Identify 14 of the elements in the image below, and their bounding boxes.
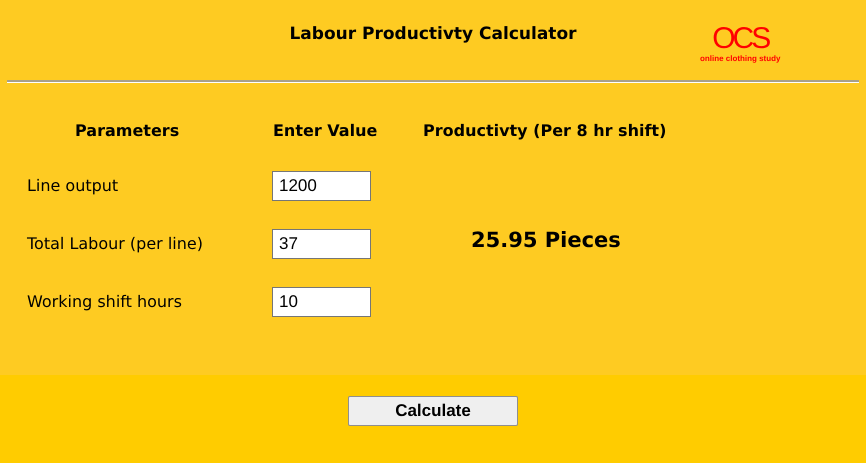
logo-tagline: online clothing study [700, 54, 780, 64]
input-field[interactable]: 37 [272, 229, 371, 259]
calculate-button[interactable]: Calculate [348, 396, 518, 426]
logo-mark: OCS [712, 24, 768, 54]
page-title: Labour Productivty Calculator [289, 23, 577, 46]
column-header: Enter Value [273, 120, 378, 142]
field-label: Total Labour (per line) [27, 233, 204, 255]
result-text: 25.95 Pieces [471, 227, 621, 254]
column-header: Parameters [75, 120, 180, 142]
field-label: Line output [27, 175, 120, 197]
input-field[interactable]: 10 [272, 287, 371, 317]
input-field[interactable]: 1200 [272, 171, 371, 201]
field-label: Working shift hours [27, 291, 183, 313]
column-header: Productivty (Per 8 hr shift) [423, 120, 666, 142]
